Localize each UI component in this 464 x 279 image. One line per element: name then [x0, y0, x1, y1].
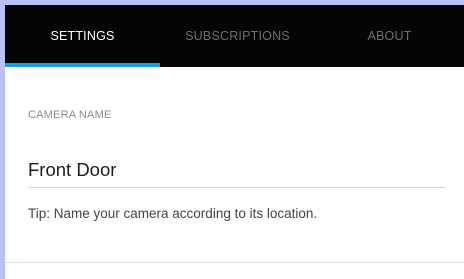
settings-panel: SETTINGS SUBSCRIPTIONS ABOUT CAMERA NAME…: [5, 5, 464, 279]
tab-bar: SETTINGS SUBSCRIPTIONS ABOUT: [5, 5, 464, 67]
active-tab-indicator: [5, 63, 160, 67]
camera-name-label: CAMERA NAME: [28, 109, 112, 121]
camera-name-input[interactable]: [28, 153, 445, 188]
tab-about[interactable]: ABOUT: [315, 5, 464, 67]
section-divider: [5, 262, 464, 263]
tab-subscriptions[interactable]: SUBSCRIPTIONS: [160, 5, 315, 67]
tab-settings[interactable]: SETTINGS: [5, 5, 160, 67]
camera-name-tip: Tip: Name your camera according to its l…: [28, 206, 318, 221]
